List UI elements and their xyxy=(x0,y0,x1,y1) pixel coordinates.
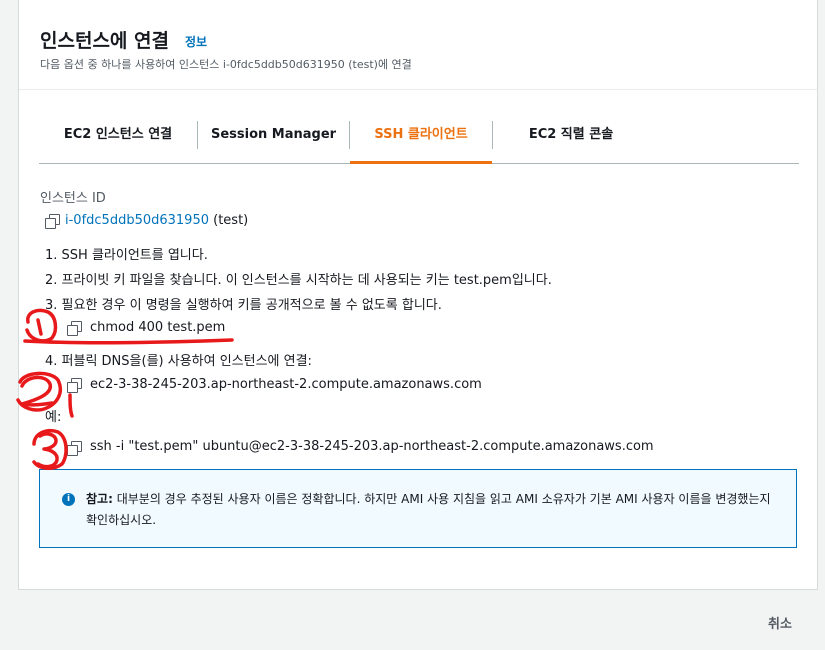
alert-prefix: 참고: xyxy=(86,492,113,506)
alert-text: 참고: 대부분의 경우 추정된 사용자 이름은 정확합니다. 하지만 AMI 사… xyxy=(86,489,781,531)
panel-header: 인스턴스에 연결 정보 다음 옵션 중 하나를 사용하여 인스턴스 i-0fdc… xyxy=(19,0,817,90)
tab-bar: EC2 인스턴스 연결 Session Manager SSH 클라이언트 EC… xyxy=(39,117,799,164)
step-1: 1. SSH 클라이언트를 엽니다. xyxy=(45,248,208,263)
step-3: 3. 필요한 경우 이 명령을 실행하여 키를 공개적으로 볼 수 없도록 합니… xyxy=(45,298,442,313)
connect-panel: 인스턴스에 연결 정보 다음 옵션 중 하나를 사용하여 인스턴스 i-0fdc… xyxy=(18,0,818,590)
step-2: 2. 프라이빗 키 파일을 찾습니다. 이 인스턴스를 시작하는 데 사용되는 … xyxy=(45,273,552,288)
copy-icon[interactable] xyxy=(67,378,82,393)
ssh-command: ssh -i "test.pem" ubuntu@ec2-3-38-245-20… xyxy=(90,439,654,454)
example-label: 예: xyxy=(45,410,62,425)
chmod-command: chmod 400 test.pem xyxy=(90,320,226,335)
info-alert: i 참고: 대부분의 경우 추정된 사용자 이름은 정확합니다. 하지만 AMI… xyxy=(39,469,797,548)
page-title: 인스턴스에 연결 xyxy=(40,30,169,52)
copy-icon[interactable] xyxy=(45,214,60,229)
copy-icon[interactable] xyxy=(67,441,82,456)
instance-id-row: i-0fdc5ddb50d631950 (test) xyxy=(65,213,248,228)
step-4: 4. 퍼블릭 DNS을(를) 사용하여 인스턴스에 연결: xyxy=(45,354,312,369)
tab-ssh-client[interactable]: SSH 클라이언트 xyxy=(350,117,492,164)
public-dns: ec2-3-38-245-203.ap-northeast-2.compute.… xyxy=(90,377,482,392)
instance-id-link[interactable]: i-0fdc5ddb50d631950 xyxy=(65,213,209,228)
alert-body: 대부분의 경우 추정된 사용자 이름은 정확합니다. 하지만 AMI 사용 지침… xyxy=(86,492,771,527)
tab-ec2-instance-connect[interactable]: EC2 인스턴스 연결 xyxy=(39,117,197,163)
instance-name: (test) xyxy=(213,213,249,228)
page-subtitle: 다음 옵션 중 하나를 사용하여 인스턴스 i-0fdc5ddb50d63195… xyxy=(40,58,412,71)
tab-session-manager[interactable]: Session Manager xyxy=(198,117,349,163)
info-icon: i xyxy=(62,493,75,506)
copy-icon[interactable] xyxy=(67,321,82,336)
info-link[interactable]: 정보 xyxy=(185,33,207,50)
instance-id-label: 인스턴스 ID xyxy=(40,191,106,206)
tab-ec2-serial-console[interactable]: EC2 직렬 콘솔 xyxy=(493,117,649,163)
cancel-button[interactable]: 취소 xyxy=(768,613,792,632)
